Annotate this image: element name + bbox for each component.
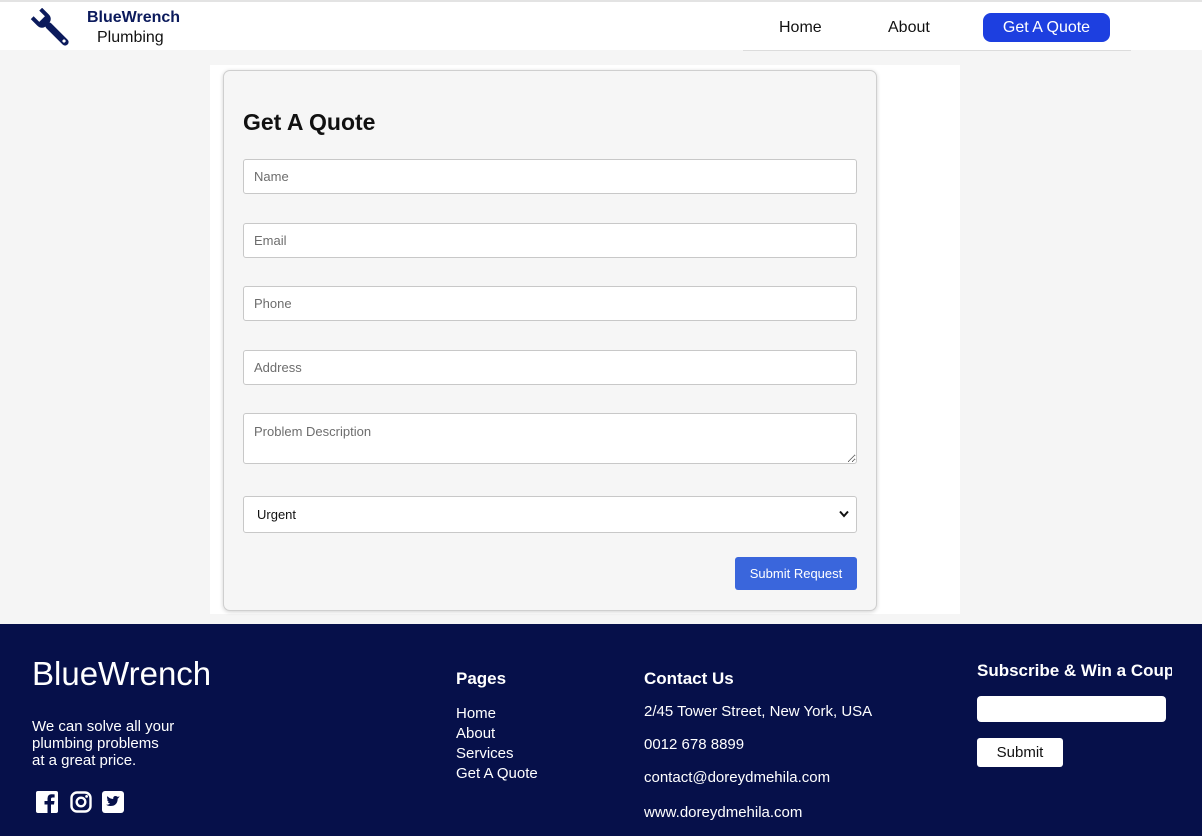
footer-link-get-a-quote[interactable]: Get A Quote — [456, 765, 538, 782]
instagram-icon[interactable] — [70, 791, 92, 813]
email-input[interactable] — [243, 223, 857, 258]
subscribe-email-input[interactable] — [977, 696, 1166, 722]
chevron-down-icon — [839, 510, 849, 518]
footer-link-about[interactable]: About — [456, 725, 495, 742]
submit-request-button[interactable]: Submit Request — [735, 557, 857, 590]
footer-tagline-line: We can solve all your — [32, 718, 175, 735]
site-header: BlueWrench Plumbing Home About Get A Quo… — [0, 2, 1202, 50]
nav-about-link[interactable]: About — [888, 19, 930, 37]
footer-contact-heading: Contact Us — [644, 669, 734, 688]
name-input[interactable] — [243, 159, 857, 194]
quote-form-card: Get A Quote Urgent Submit Request — [223, 70, 877, 611]
footer-tagline-line: plumbing problems — [32, 735, 159, 752]
brand-subtitle: Plumbing — [97, 29, 164, 46]
facebook-icon[interactable] — [36, 791, 58, 813]
urgency-selected-value: Urgent — [257, 507, 297, 522]
phone-input[interactable] — [243, 286, 857, 321]
twitter-icon[interactable] — [102, 791, 124, 813]
form-title: Get A Quote — [243, 109, 376, 135]
footer-brand: BlueWrench — [32, 655, 212, 692]
footer-link-services[interactable]: Services — [456, 745, 514, 762]
brand-name: BlueWrench — [87, 9, 181, 26]
footer-pages-heading: Pages — [456, 669, 507, 688]
address-input[interactable] — [243, 350, 857, 385]
nav-divider — [743, 50, 1131, 51]
nav-home-link[interactable]: Home — [779, 19, 822, 37]
nav-get-a-quote-button[interactable]: Get A Quote — [983, 13, 1110, 42]
contact-website[interactable]: www.doreydmehila.com — [644, 804, 802, 821]
footer-subscribe-heading: Subscribe & Win a Coupon — [977, 661, 1172, 680]
footer-tagline-line: at a great price. — [32, 752, 137, 769]
footer-link-home[interactable]: Home — [456, 705, 496, 722]
contact-address: 2/45 Tower Street, New York, USA — [644, 703, 873, 720]
site-footer: BlueWrench We can solve all your plumbin… — [0, 624, 1202, 836]
contact-email[interactable]: contact@doreydmehila.com — [644, 769, 830, 786]
urgency-select[interactable]: Urgent — [243, 496, 857, 533]
contact-phone: 0012 678 8899 — [644, 736, 745, 753]
problem-description-textarea[interactable] — [243, 413, 857, 464]
wrench-icon — [30, 8, 69, 46]
footer-tagline: We can solve all your plumbing problems … — [32, 718, 202, 769]
subscribe-submit-button[interactable]: Submit — [977, 738, 1063, 767]
